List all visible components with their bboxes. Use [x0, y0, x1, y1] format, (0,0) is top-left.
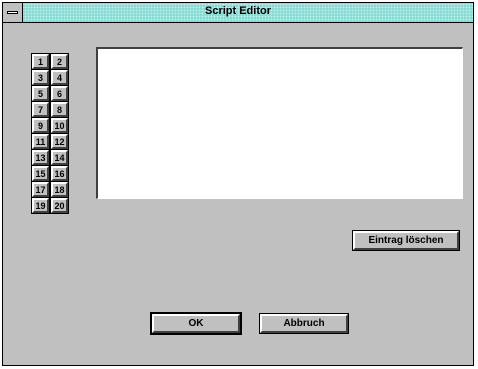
ok-button[interactable]: OK [150, 312, 242, 335]
window-title: Script Editor [204, 5, 271, 17]
script-slot-button-20[interactable]: 20 [50, 197, 69, 214]
script-slot-button-12[interactable]: 12 [50, 133, 69, 150]
script-slot-button-2[interactable]: 2 [50, 53, 69, 70]
script-slot-button-4[interactable]: 4 [50, 69, 69, 86]
script-slot-button-15[interactable]: 15 [31, 165, 50, 182]
script-slot-button-5[interactable]: 5 [31, 85, 50, 102]
script-editor-dialog: Script Editor 1 2 3 4 5 6 7 8 9 10 11 12 13 14 15 16 17 1… [2, 2, 474, 366]
delete-entry-button[interactable]: Eintrag löschen [352, 230, 460, 251]
script-slot-button-6[interactable]: 6 [50, 85, 69, 102]
script-slot-button-17[interactable]: 17 [31, 181, 50, 198]
script-slot-button-14[interactable]: 14 [50, 149, 69, 166]
script-slot-button-11[interactable]: 11 [31, 133, 50, 150]
script-slot-button-18[interactable]: 18 [50, 181, 69, 198]
script-text-area[interactable] [96, 47, 463, 199]
script-slot-button-13[interactable]: 13 [31, 149, 50, 166]
title-bar: Script Editor [3, 3, 473, 23]
script-slot-button-19[interactable]: 19 [31, 197, 50, 214]
cancel-button[interactable]: Abbruch [259, 313, 349, 334]
script-slot-button-8[interactable]: 8 [50, 101, 69, 118]
script-slot-button-10[interactable]: 10 [50, 117, 69, 134]
script-slot-button-7[interactable]: 7 [31, 101, 50, 118]
script-slot-button-9[interactable]: 9 [31, 117, 50, 134]
script-slot-button-16[interactable]: 16 [50, 165, 69, 182]
script-slot-button-3[interactable]: 3 [31, 69, 50, 86]
script-slot-button-1[interactable]: 1 [31, 53, 50, 70]
